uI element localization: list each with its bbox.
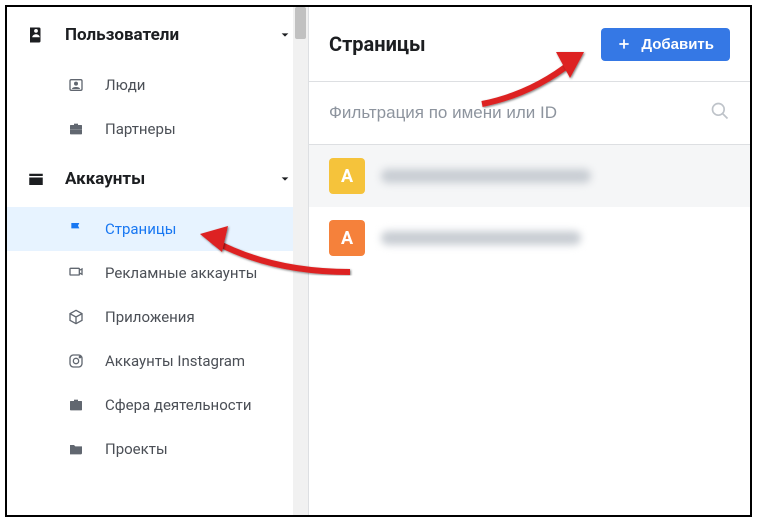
search-icon	[710, 101, 730, 125]
main-panel: Страницы Добавить А А	[309, 7, 750, 515]
list-item[interactable]: А	[309, 145, 750, 207]
sidebar-item-instagram[interactable]: Аккаунты Instagram	[7, 339, 308, 383]
sidebar-item-apps[interactable]: Приложения	[7, 295, 308, 339]
sidebar-item-business-lines[interactable]: Сфера деятельности	[7, 383, 308, 427]
instagram-icon	[65, 353, 87, 369]
section-label: Пользователи	[65, 25, 179, 45]
item-name-blurred	[381, 231, 581, 245]
avatar: А	[329, 158, 365, 194]
sidebar-item-people[interactable]: Люди	[7, 63, 308, 107]
nav-label: Проекты	[105, 440, 168, 458]
page-title: Страницы	[329, 32, 426, 56]
sidebar-item-projects[interactable]: Проекты	[7, 427, 308, 471]
nav-label: Партнеры	[105, 120, 176, 138]
avatar: А	[329, 220, 365, 256]
add-button-label: Добавить	[641, 36, 714, 53]
box-icon	[65, 309, 87, 325]
sidebar-section-accounts[interactable]: Аккаунты	[7, 151, 308, 207]
sidebar-item-ad-accounts[interactable]: Рекламные аккаунты	[7, 251, 308, 295]
chevron-down-icon	[280, 25, 290, 45]
search-input[interactable]	[329, 103, 710, 123]
sidebar-section-users[interactable]: Пользователи	[7, 7, 308, 63]
scrollbar-thumb[interactable]	[295, 7, 306, 39]
nav-label: Рекламные аккаунты	[105, 264, 257, 282]
plus-icon	[617, 37, 631, 51]
briefcase-icon	[65, 397, 87, 413]
sidebar: Пользователи Люди Партнеры Аккаунты	[7, 7, 309, 515]
section-label: Аккаунты	[65, 169, 145, 189]
sidebar-item-pages[interactable]: Страницы	[7, 207, 308, 251]
users-icon	[25, 26, 47, 44]
sidebar-item-partners[interactable]: Партнеры	[7, 107, 308, 151]
briefcase-icon	[65, 121, 87, 137]
nav-label: Аккаунты Instagram	[105, 352, 245, 370]
main-header: Страницы Добавить	[309, 7, 750, 81]
nav-label: Сфера деятельности	[105, 396, 251, 414]
search-row	[309, 81, 750, 145]
nav-label: Страницы	[105, 220, 176, 238]
nav-label: Приложения	[105, 308, 195, 326]
sidebar-scrollbar[interactable]	[293, 7, 308, 515]
item-name-blurred	[381, 169, 591, 183]
ad-icon	[65, 265, 87, 281]
accounts-icon	[25, 170, 47, 188]
flag-icon	[65, 221, 87, 237]
add-button[interactable]: Добавить	[601, 28, 730, 61]
list-item[interactable]: А	[309, 207, 750, 269]
person-card-icon	[65, 77, 87, 93]
nav-label: Люди	[105, 76, 145, 94]
folder-icon	[65, 441, 87, 457]
chevron-down-icon	[280, 169, 290, 189]
